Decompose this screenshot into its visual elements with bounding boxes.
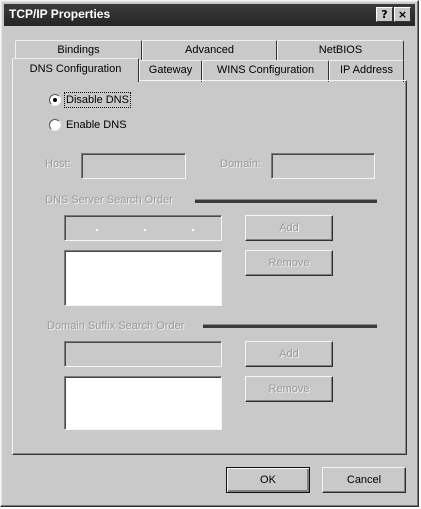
- close-icon: ×: [397, 8, 408, 21]
- cancel-button[interactable]: Cancel: [322, 467, 406, 493]
- radio-checked-icon[interactable]: [49, 94, 61, 106]
- dns-server-list[interactable]: [64, 250, 222, 306]
- ip-octet-separators: . . .: [95, 218, 195, 234]
- ip-dot: .: [95, 218, 99, 234]
- disable-dns-label: Disable DNS: [64, 92, 131, 108]
- domain-label: Domain:: [220, 158, 261, 170]
- radio-unchecked-icon[interactable]: [49, 119, 61, 131]
- tab-label: Gateway: [148, 64, 193, 76]
- host-input[interactable]: [81, 153, 186, 179]
- ok-button[interactable]: OK: [226, 467, 310, 493]
- domain-suffix-remove-button[interactable]: Remove: [245, 376, 333, 402]
- tcpip-properties-dialog: TCP/IP Properties ? × Bindings Advanced …: [0, 0, 419, 507]
- tab-label: Bindings: [57, 44, 100, 56]
- dns-server-remove-button[interactable]: Remove: [245, 250, 333, 276]
- tab-label: NetBIOS: [318, 44, 363, 56]
- ip-dot: .: [191, 218, 195, 234]
- tab-netbios[interactable]: NetBIOS: [277, 40, 404, 62]
- tab-label: IP Address: [340, 64, 393, 76]
- dns-server-add-button[interactable]: Add: [245, 215, 333, 241]
- help-icon: ?: [381, 8, 388, 21]
- tab-label: DNS Configuration: [29, 63, 122, 75]
- dns-server-ip-input[interactable]: . . .: [64, 215, 222, 241]
- disable-dns-radio[interactable]: Disable DNS: [49, 92, 131, 108]
- domain-input[interactable]: [271, 153, 375, 179]
- tab-wins-configuration[interactable]: WINS Configuration: [202, 60, 329, 82]
- group-separator: [203, 324, 377, 328]
- host-label: Host:: [45, 158, 71, 170]
- close-button[interactable]: ×: [394, 7, 411, 22]
- dns-server-group-label: DNS Server Search Order: [45, 194, 173, 206]
- window-title: TCP/IP Properties: [9, 7, 111, 21]
- tab-label: WINS Configuration: [216, 64, 315, 76]
- enable-dns-radio[interactable]: Enable DNS: [49, 119, 127, 131]
- domain-suffix-list[interactable]: [64, 376, 222, 430]
- tab-ip-address[interactable]: IP Address: [329, 60, 404, 82]
- ip-dot: .: [143, 218, 147, 234]
- tab-label: Advanced: [185, 44, 234, 56]
- tab-dns-configuration[interactable]: DNS Configuration: [12, 58, 139, 82]
- tab-advanced[interactable]: Advanced: [142, 40, 277, 62]
- domain-suffix-group-label: Domain Suffix Search Order: [47, 320, 185, 332]
- help-button[interactable]: ?: [376, 7, 393, 22]
- enable-dns-label: Enable DNS: [66, 119, 127, 131]
- group-separator: [195, 199, 377, 203]
- domain-suffix-input[interactable]: [64, 341, 222, 367]
- domain-suffix-add-button[interactable]: Add: [245, 341, 333, 367]
- tab-gateway[interactable]: Gateway: [139, 60, 202, 82]
- title-bar[interactable]: TCP/IP Properties ? ×: [4, 4, 415, 26]
